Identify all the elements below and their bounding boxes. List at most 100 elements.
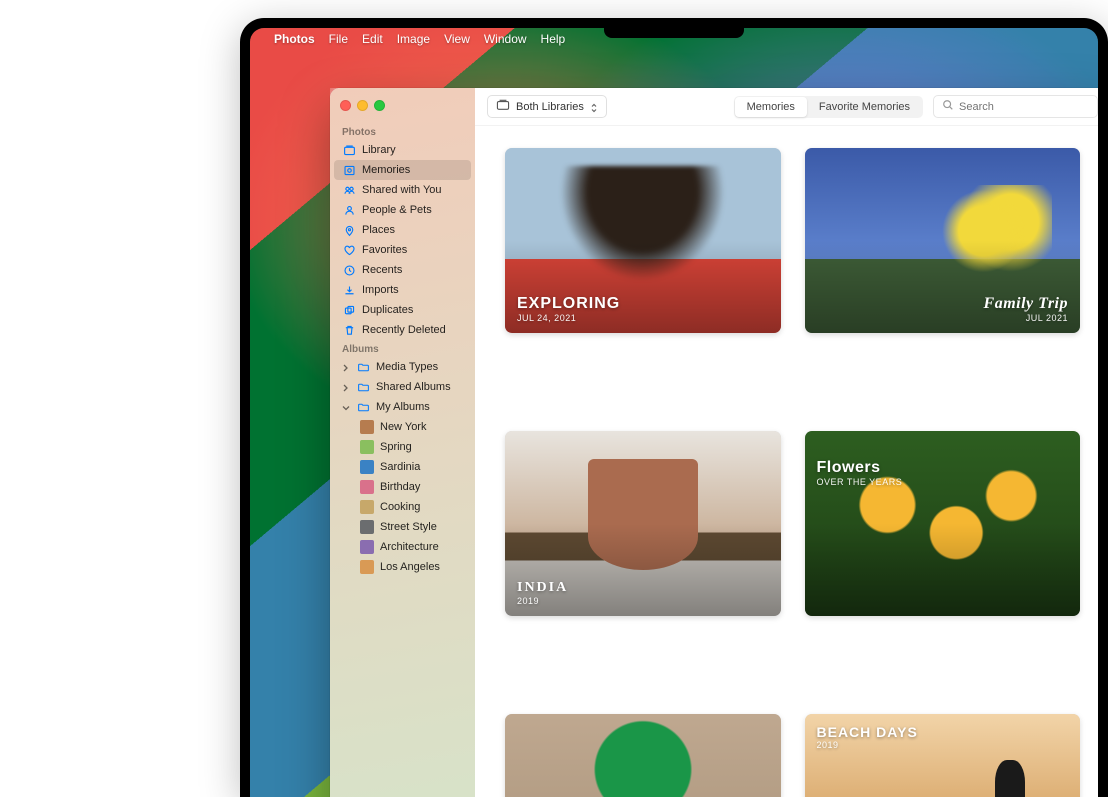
memory-card[interactable]: FlowersOVER THE YEARS [805,431,1081,616]
sidebar-item-my-albums[interactable]: My Albums [334,397,471,417]
sidebar-item-label: Architecture [380,541,439,553]
search-input[interactable] [959,101,1089,113]
memory-title: EXPLORING [517,295,620,313]
memory-card[interactable]: INDIA2019 [505,431,781,616]
menubar-item-file[interactable]: File [329,32,348,46]
zoom-window-button[interactable] [374,100,385,111]
menubar-item-window[interactable]: Window [484,32,527,46]
album-thumbnail [360,520,374,534]
library-selector-label: Both Libraries [516,101,584,113]
memory-title: BEACH DAYS [817,724,918,740]
memory-title: Family Trip [984,295,1068,313]
sidebar-album-birthday[interactable]: Birthday [334,477,471,497]
photos-window: Photos Library Memories Shared with You … [330,88,1098,797]
sidebar-section-albums-title: Albums [334,340,471,357]
memory-card[interactable]: EXPLORINGJUL 24, 2021 [505,148,781,333]
sidebar-item-label: People & Pets [362,204,432,216]
minimize-window-button[interactable] [357,100,368,111]
memory-title: Flowers [817,459,903,477]
sidebar-item-label: Duplicates [362,304,413,316]
heart-icon [342,243,356,257]
sidebar-item-library[interactable]: Library [334,140,471,160]
memory-card[interactable]: Summer2017 [505,714,781,797]
search-icon [942,99,954,114]
chevron-right-icon [342,363,350,371]
album-thumbnail [360,440,374,454]
sidebar-item-memories[interactable]: Memories [334,160,471,180]
memory-subtitle: OVER THE YEARS [817,477,903,487]
sidebar-item-label: New York [380,421,426,433]
sidebar-item-recently-deleted[interactable]: Recently Deleted [334,320,471,340]
clock-icon [342,263,356,277]
sidebar-item-imports[interactable]: Imports [334,280,471,300]
sidebar-album-architecture[interactable]: Architecture [334,537,471,557]
sidebar-item-places[interactable]: Places [334,220,471,240]
album-thumbnail [360,560,374,574]
sidebar-item-label: Los Angeles [380,561,440,573]
view-segmented-control: Memories Favorite Memories [734,96,923,118]
camera-notch [604,18,744,38]
toolbar: Both Libraries Memories Favorite Memorie… [475,88,1098,126]
chevron-down-icon [342,403,350,411]
trash-icon [342,323,356,337]
sidebar-item-label: Sardinia [380,461,420,473]
download-icon [342,283,356,297]
memory-subtitle: 2019 [517,596,568,606]
people-icon [342,203,356,217]
sidebar-album-spring[interactable]: Spring [334,437,471,457]
memory-subtitle: JUL 2021 [984,313,1068,323]
sidebar-item-people-pets[interactable]: People & Pets [334,200,471,220]
memory-card[interactable]: Family TripJUL 2021 [805,148,1081,333]
sidebar-item-recents[interactable]: Recents [334,260,471,280]
memory-subtitle: 2019 [817,740,918,750]
sidebar-item-label: Street Style [380,521,437,533]
window-controls [334,96,471,123]
updown-caret-icon [590,103,598,111]
sidebar-item-label: Cooking [380,501,420,513]
menubar-item-help[interactable]: Help [541,32,566,46]
sidebar-item-label: Memories [362,164,410,176]
sidebar-album-cooking[interactable]: Cooking [334,497,471,517]
laptop-bezel: Photos File Edit Image View Window Help … [240,18,1108,797]
close-window-button[interactable] [340,100,351,111]
sidebar-item-label: Shared Albums [376,381,451,393]
menubar-item-image[interactable]: Image [397,32,430,46]
sidebar-item-label: Recently Deleted [362,324,446,336]
memory-card[interactable]: BEACH DAYS2019 [805,714,1081,797]
sidebar-item-duplicates[interactable]: Duplicates [334,300,471,320]
folder-icon [356,360,370,374]
sidebar-item-shared-albums[interactable]: Shared Albums [334,377,471,397]
sidebar-album-sardinia[interactable]: Sardinia [334,457,471,477]
menubar-item-view[interactable]: View [444,32,470,46]
library-selector-button[interactable]: Both Libraries [487,95,607,118]
sidebar-item-label: Places [362,224,395,236]
menubar-item-edit[interactable]: Edit [362,32,383,46]
memories-icon [342,163,356,177]
memories-grid: EXPLORINGJUL 24, 2021 Family TripJUL 202… [475,126,1098,797]
sidebar-album-new-york[interactable]: New York [334,417,471,437]
sidebar-item-shared-with-you[interactable]: Shared with You [334,180,471,200]
sidebar-item-label: Birthday [380,481,420,493]
album-thumbnail [360,460,374,474]
sidebar-item-label: Favorites [362,244,407,256]
sidebar-item-favorites[interactable]: Favorites [334,240,471,260]
sidebar-item-media-types[interactable]: Media Types [334,357,471,377]
sidebar-item-label: Spring [380,441,412,453]
sidebar-album-los-angeles[interactable]: Los Angeles [334,557,471,577]
sidebar-item-label: Media Types [376,361,438,373]
sidebar-item-label: Imports [362,284,399,296]
folder-icon [356,380,370,394]
album-thumbnail [360,540,374,554]
album-thumbnail [360,480,374,494]
sidebar-item-label: Shared with You [362,184,442,196]
tab-favorite-memories[interactable]: Favorite Memories [807,97,922,117]
folder-icon [356,400,370,414]
menubar-app-name[interactable]: Photos [274,32,315,46]
sidebar: Photos Library Memories Shared with You … [330,88,475,797]
tab-memories[interactable]: Memories [735,97,807,117]
sidebar-album-street-style[interactable]: Street Style [334,517,471,537]
duplicates-icon [342,303,356,317]
search-field[interactable] [933,95,1098,118]
sidebar-section-photos-title: Photos [334,123,471,140]
pin-icon [342,223,356,237]
